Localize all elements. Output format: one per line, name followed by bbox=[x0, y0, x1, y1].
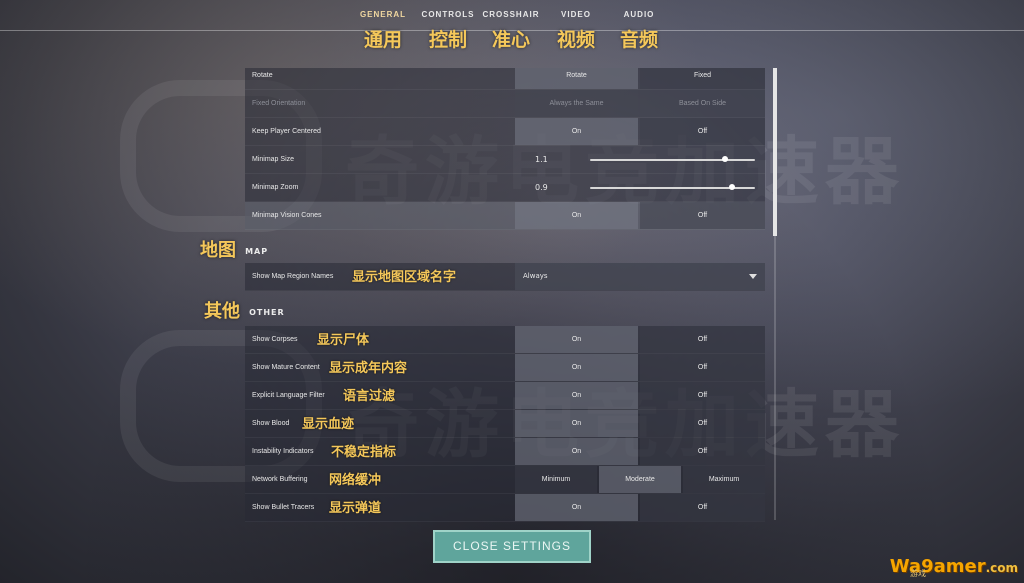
setting-label: Fixed Orientation bbox=[252, 100, 306, 107]
settings-tabs: GENERAL 通用 CONTROLS 控制 CROSSHAIR 准心 VIDE… bbox=[0, 10, 1024, 52]
setting-label: Rotate bbox=[252, 72, 273, 79]
tab-controls[interactable]: CONTROLS 控制 bbox=[413, 10, 483, 52]
section-title-zh: 其他 bbox=[204, 301, 240, 322]
setting-label-zh: 显示血迹 bbox=[302, 417, 355, 432]
setting-row-show-blood: Show Blood 显示血迹 On Off bbox=[245, 410, 765, 438]
option-always-the-same[interactable]: Always the Same bbox=[515, 90, 638, 117]
option-based-on-side[interactable]: Based On Side bbox=[640, 90, 765, 117]
option-on[interactable]: On bbox=[515, 118, 638, 145]
tab-label: CONTROLS bbox=[421, 10, 475, 19]
setting-row-explicit-language-filter: Explicit Language Filter 语言过滤 On Off bbox=[245, 382, 765, 410]
tab-label-zh: 音频 bbox=[619, 29, 658, 51]
setting-row-rotate: Rotate Rotate Fixed bbox=[245, 68, 765, 90]
tab-label-zh: 准心 bbox=[491, 29, 530, 51]
tab-label: AUDIO bbox=[623, 10, 655, 19]
setting-row-keep-player-centered: Keep Player Centered On Off bbox=[245, 118, 765, 146]
option-on[interactable]: On bbox=[515, 382, 638, 409]
setting-row-network-buffering: Network Buffering 网络缓冲 Minimum Moderate … bbox=[245, 466, 765, 494]
tab-general[interactable]: GENERAL 通用 bbox=[348, 10, 418, 52]
setting-label: Show Blood bbox=[252, 420, 290, 427]
setting-row-show-bullet-tracers: Show Bullet Tracers 显示弹道 On Off bbox=[245, 494, 765, 522]
setting-row-minimap-size: Minimap Size 1.1 bbox=[245, 146, 765, 174]
setting-row-show-corpses: Show Corpses 显示尸体 On Off bbox=[245, 326, 765, 354]
setting-row-show-map-region-names: Show Map Region Names 显示地图区域名字 Always bbox=[245, 263, 765, 291]
option-off[interactable]: Off bbox=[640, 494, 765, 521]
section-header-map: 地图 MAP bbox=[200, 236, 268, 262]
slider-knob[interactable] bbox=[728, 184, 735, 190]
setting-label: Explicit Language Filter bbox=[252, 392, 325, 399]
setting-label-zh: 不稳定指标 bbox=[331, 445, 397, 460]
scrollbar-thumb[interactable] bbox=[773, 68, 777, 236]
option-off[interactable]: Off bbox=[640, 382, 765, 409]
setting-row-instability-indicators: Instability Indicators 不稳定指标 On Off bbox=[245, 438, 765, 466]
setting-row-show-mature-content: Show Mature Content 显示成年内容 On Off bbox=[245, 354, 765, 382]
option-off[interactable]: Off bbox=[640, 354, 765, 381]
setting-label: Show Mature Content bbox=[252, 364, 320, 371]
site-logo: Wa9amer.com bbox=[890, 556, 1018, 577]
tab-label: VIDEO bbox=[561, 10, 591, 19]
setting-label: Minimap Zoom bbox=[252, 184, 299, 191]
option-off[interactable]: Off bbox=[640, 202, 765, 229]
option-off[interactable]: Off bbox=[640, 438, 765, 465]
section-title-zh: 地图 bbox=[200, 240, 236, 261]
setting-row-minimap-vision-cones: Minimap Vision Cones On Off bbox=[245, 202, 765, 230]
dropdown-value: Always bbox=[523, 272, 548, 280]
option-maximum[interactable]: Maximum bbox=[683, 466, 765, 493]
tab-video[interactable]: VIDEO 视频 bbox=[541, 10, 611, 52]
settings-panel: Rotate Rotate Fixed Fixed Orientation Al… bbox=[245, 68, 767, 523]
setting-label-zh: 网络缓冲 bbox=[329, 473, 382, 488]
option-rotate[interactable]: Rotate bbox=[515, 68, 638, 89]
map-region-names-dropdown[interactable]: Always bbox=[515, 263, 765, 290]
option-off[interactable]: Off bbox=[640, 326, 765, 353]
section-title: MAP bbox=[245, 247, 269, 256]
option-on[interactable]: On bbox=[515, 326, 638, 353]
option-moderate[interactable]: Moderate bbox=[599, 466, 681, 493]
tab-label-zh: 通用 bbox=[363, 29, 402, 51]
option-off[interactable]: Off bbox=[640, 410, 765, 437]
option-on[interactable]: On bbox=[515, 410, 638, 437]
setting-label: Keep Player Centered bbox=[252, 128, 321, 135]
logo-text: Wa9amer bbox=[889, 556, 986, 577]
logo-dotcom: .com bbox=[985, 561, 1018, 575]
setting-row-minimap-zoom: Minimap Zoom 0.9 bbox=[245, 174, 765, 202]
tab-label-zh: 视频 bbox=[556, 29, 595, 51]
close-settings-button[interactable]: CLOSE SETTINGS bbox=[433, 530, 591, 563]
tab-label: GENERAL bbox=[359, 10, 407, 19]
tab-label-zh: 控制 bbox=[428, 29, 467, 51]
setting-label-zh: 显示弹道 bbox=[329, 501, 382, 516]
option-minimum[interactable]: Minimum bbox=[515, 466, 597, 493]
option-on[interactable]: On bbox=[515, 438, 638, 465]
slider-value: 0.9 bbox=[535, 183, 548, 192]
setting-row-fixed-orientation: Fixed Orientation Always the Same Based … bbox=[245, 90, 765, 118]
setting-label-zh: 显示尸体 bbox=[317, 333, 370, 348]
tab-crosshair[interactable]: CROSSHAIR 准心 bbox=[476, 10, 546, 52]
option-off[interactable]: Off bbox=[640, 118, 765, 145]
option-fixed[interactable]: Fixed bbox=[640, 68, 765, 89]
setting-label: Minimap Size bbox=[252, 156, 295, 163]
setting-label-zh: 显示地图区域名字 bbox=[352, 270, 457, 285]
slider-value: 1.1 bbox=[535, 155, 548, 164]
tab-label: CROSSHAIR bbox=[482, 10, 540, 19]
section-header-other: 其他 OTHER bbox=[204, 297, 285, 323]
setting-label: Show Map Region Names bbox=[252, 273, 334, 280]
setting-label-zh: 语言过滤 bbox=[343, 389, 396, 404]
slider-knob[interactable] bbox=[722, 156, 729, 162]
setting-label-zh: 显示成年内容 bbox=[329, 361, 408, 376]
minimap-size-slider[interactable] bbox=[590, 159, 755, 161]
option-on[interactable]: On bbox=[515, 202, 638, 229]
section-title: OTHER bbox=[249, 308, 285, 317]
setting-label: Minimap Vision Cones bbox=[252, 212, 322, 219]
setting-label: Show Bullet Tracers bbox=[252, 504, 315, 511]
option-on[interactable]: On bbox=[515, 494, 638, 521]
setting-label: Instability Indicators bbox=[252, 448, 314, 455]
tab-audio[interactable]: AUDIO 音频 bbox=[604, 10, 674, 52]
option-on[interactable]: On bbox=[515, 354, 638, 381]
setting-label: Network Buffering bbox=[252, 476, 308, 483]
logo-sub: 游戏 bbox=[910, 569, 926, 578]
setting-label: Show Corpses bbox=[252, 336, 298, 343]
chevron-down-icon bbox=[749, 274, 757, 279]
